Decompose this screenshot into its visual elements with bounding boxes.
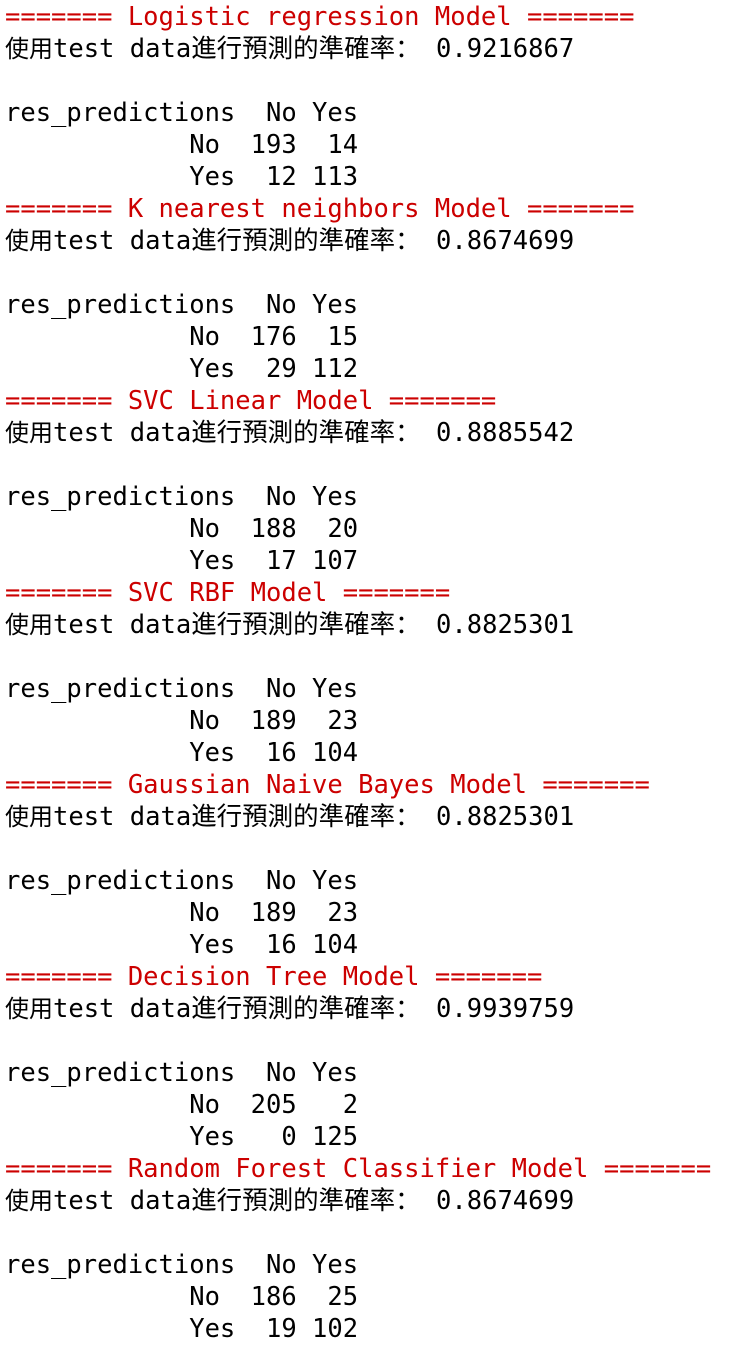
model-block-gaussian-naive-bayes-model: ======= Gaussian Naive Bayes Model =====… xyxy=(5,769,755,961)
accuracy-label: test data進行預測的準確率： xyxy=(53,34,421,64)
confusion-row-yes: Yes 16 104 xyxy=(5,930,359,960)
confusion-table-header: res_predictions No Yes xyxy=(5,1058,359,1088)
accuracy-value: 0.8825301 xyxy=(436,802,575,832)
model-header: ======= Random Forest Classifier Model =… xyxy=(5,1154,712,1184)
model-header: ======= Gaussian Naive Bayes Model =====… xyxy=(5,770,650,800)
model-header: ======= SVC Linear Model ======= xyxy=(5,386,497,416)
confusion-row-no: No 176 15 xyxy=(5,322,359,352)
accuracy-value: 0.8825301 xyxy=(436,610,575,640)
confusion-table-header: res_predictions No Yes xyxy=(5,98,359,128)
confusion-row-yes: Yes 0 125 xyxy=(5,1122,359,1152)
model-header: ======= Decision Tree Model ======= xyxy=(5,962,543,992)
accuracy-line: 使用test data進行預測的準確率： 0.9939759 xyxy=(5,993,755,1025)
console-output: ======= Logistic regression Model ======… xyxy=(5,1,755,1345)
confusion-table-header: res_predictions No Yes xyxy=(5,866,359,896)
accuracy-prefix: 使用 xyxy=(5,803,53,831)
confusion-row-no: No 205 2 xyxy=(5,1090,359,1120)
accuracy-prefix: 使用 xyxy=(5,1187,53,1215)
model-block-random-forest-classifier-model: ======= Random Forest Classifier Model =… xyxy=(5,1153,755,1345)
accuracy-label: test data進行預測的準確率： xyxy=(53,418,421,448)
accuracy-value: 0.9939759 xyxy=(436,994,575,1024)
model-block-decision-tree-model: ======= Decision Tree Model ======= 使用tes… xyxy=(5,961,755,1153)
model-block-k-nearest-neighbors-model: ======= K nearest neighbors Model ======… xyxy=(5,193,755,385)
confusion-row-yes: Yes 29 112 xyxy=(5,354,359,384)
confusion-row-no: No 186 25 xyxy=(5,1282,359,1312)
confusion-table-header: res_predictions No Yes xyxy=(5,674,359,704)
accuracy-line: 使用test data進行預測的準確率： 0.9216867 xyxy=(5,33,755,65)
confusion-row-yes: Yes 17 107 xyxy=(5,546,359,576)
accuracy-label: test data進行預測的準確率： xyxy=(53,610,421,640)
confusion-table-header: res_predictions No Yes xyxy=(5,1250,359,1280)
model-block-logistic-regression-model: ======= Logistic regression Model ======… xyxy=(5,1,755,193)
accuracy-line: 使用test data進行預測的準確率： 0.8885542 xyxy=(5,417,755,449)
accuracy-prefix: 使用 xyxy=(5,227,53,255)
model-header: ======= Logistic regression Model ======… xyxy=(5,2,635,32)
accuracy-label: test data進行預測的準確率： xyxy=(53,994,421,1024)
model-header: ======= K nearest neighbors Model ======… xyxy=(5,194,635,224)
accuracy-value: 0.8674699 xyxy=(436,226,575,256)
accuracy-value: 0.8674699 xyxy=(436,1186,575,1216)
accuracy-prefix: 使用 xyxy=(5,611,53,639)
confusion-row-no: No 193 14 xyxy=(5,130,359,160)
accuracy-label: test data進行預測的準確率： xyxy=(53,802,421,832)
confusion-row-yes: Yes 12 113 xyxy=(5,162,359,192)
confusion-row-no: No 188 20 xyxy=(5,514,359,544)
accuracy-line: 使用test data進行預測的準確率： 0.8674699 xyxy=(5,1185,755,1217)
accuracy-line: 使用test data進行預測的準確率： 0.8825301 xyxy=(5,609,755,641)
model-block-svc-rbf-model: ======= SVC RBF Model ======= 使用test data… xyxy=(5,577,755,769)
model-header: ======= SVC RBF Model ======= xyxy=(5,578,451,608)
accuracy-prefix: 使用 xyxy=(5,35,53,63)
model-block-svc-linear-model: ======= SVC Linear Model ======= 使用test d… xyxy=(5,385,755,577)
accuracy-label: test data進行預測的準確率： xyxy=(53,226,421,256)
accuracy-line: 使用test data進行預測的準確率： 0.8825301 xyxy=(5,801,755,833)
accuracy-prefix: 使用 xyxy=(5,995,53,1023)
accuracy-prefix: 使用 xyxy=(5,419,53,447)
confusion-row-yes: Yes 16 104 xyxy=(5,738,359,768)
accuracy-value: 0.8885542 xyxy=(436,418,575,448)
confusion-row-no: No 189 23 xyxy=(5,706,359,736)
accuracy-label: test data進行預測的準確率： xyxy=(53,1186,421,1216)
confusion-row-yes: Yes 19 102 xyxy=(5,1314,359,1344)
accuracy-value: 0.9216867 xyxy=(436,34,575,64)
accuracy-line: 使用test data進行預測的準確率： 0.8674699 xyxy=(5,225,755,257)
confusion-table-header: res_predictions No Yes xyxy=(5,290,359,320)
confusion-table-header: res_predictions No Yes xyxy=(5,482,359,512)
confusion-row-no: No 189 23 xyxy=(5,898,359,928)
